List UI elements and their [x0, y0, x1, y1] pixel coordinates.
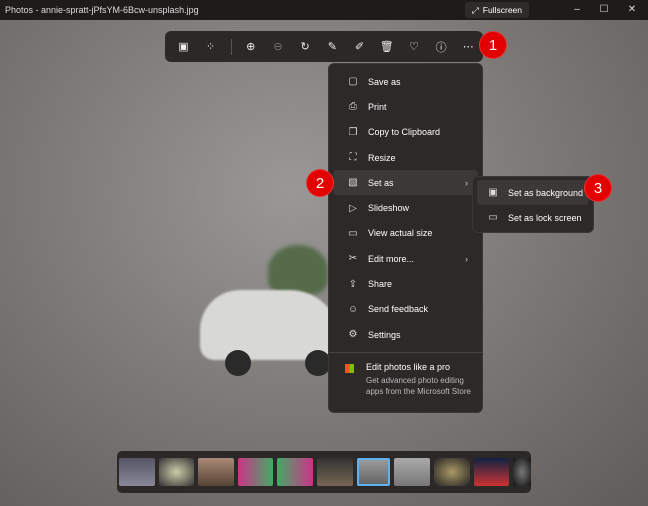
menu-item-edit-more[interactable]: ✂ Edit more... › — [333, 246, 478, 271]
menu-item-label: Edit more... — [368, 253, 415, 264]
promo-item[interactable]: Edit photos like a pro Get advanced photo… — [329, 358, 482, 397]
menu-item-label: Set as background — [508, 187, 584, 198]
promo-title: Edit photos like a pro — [366, 362, 451, 373]
menu-item-label: Copy to Clipboard — [368, 127, 441, 138]
chevron-right-icon: › — [465, 253, 468, 264]
fullscreen-button[interactable]: ⤢ Fullscreen — [465, 2, 529, 18]
resize-icon: ⛶ — [349, 152, 357, 164]
menu-item-feedback[interactable]: ☺ Send feedback — [333, 297, 478, 322]
print-icon: ⎙ — [349, 101, 357, 113]
expand-icon: ⤢ — [471, 4, 479, 15]
menu-item-share[interactable]: ⇪ Share — [333, 271, 478, 296]
menu-item-label: Set as lock screen — [508, 212, 582, 223]
fullscreen-label: Fullscreen — [482, 5, 523, 15]
thumbnail[interactable] — [433, 458, 470, 486]
favorite-heart-icon[interactable]: ♡ — [401, 34, 426, 60]
delete-icon[interactable]: 🗑 — [374, 34, 399, 60]
close-button[interactable]: ✕ — [620, 2, 644, 18]
slideshow-icon: ▷ — [349, 202, 357, 214]
info-icon[interactable]: ⓘ — [429, 34, 454, 60]
more-menu: ▢ Save as ⎙ Print ❐ Copy to Clipboard ⛶ Resi… — [328, 63, 483, 413]
feedback-icon: ☺ — [347, 303, 359, 315]
chevron-right-icon: › — [465, 177, 468, 188]
photo-icon[interactable]: ▣ — [171, 34, 196, 60]
menu-item-label: Save as — [368, 76, 401, 87]
menu-item-label: Share — [368, 279, 393, 290]
step-badge: 2 — [306, 169, 334, 197]
thumbnail[interactable] — [198, 458, 234, 486]
more-icon[interactable]: ⋯ — [456, 34, 481, 60]
thumbnail-selected[interactable] — [356, 458, 391, 486]
actual-size-icon: ▭ — [348, 227, 358, 239]
menu-item-actual-size[interactable]: ▭ View actual size — [333, 221, 478, 246]
menu-item-label: Send feedback — [368, 304, 429, 315]
collage-icon[interactable]: ⁘ — [198, 34, 223, 60]
save-icon: ▢ — [348, 76, 358, 88]
background-icon: ▣ — [488, 187, 498, 198]
thumbnail[interactable] — [237, 458, 274, 486]
edit-image-icon[interactable]: ✎ — [320, 34, 345, 60]
menu-item-set-background[interactable]: ▣ Set as background — [477, 180, 589, 205]
menu-item-label: View actual size — [368, 228, 433, 239]
thumbnail[interactable] — [119, 458, 155, 486]
menu-item-label: Print — [368, 101, 387, 112]
menu-item-label: Slideshow — [368, 203, 410, 214]
thumbnail[interactable] — [513, 458, 531, 486]
minimize-button[interactable]: – — [565, 2, 589, 18]
menu-item-label: Resize — [368, 152, 396, 163]
draw-icon[interactable]: ✐ — [347, 34, 372, 60]
set-as-submenu: ▣ Set as background ▭ Set as lock screen — [472, 176, 594, 233]
share-icon: ⇪ — [348, 278, 358, 290]
copy-icon: ❐ — [348, 126, 358, 138]
filmstrip — [117, 451, 531, 493]
title-bar: Photos - annie-spratt-jPfsYM-6Bcw-unspla… — [0, 0, 648, 20]
thumbnail[interactable] — [473, 458, 510, 486]
photo-wheel — [225, 350, 251, 376]
menu-item-print[interactable]: ⎙ Print — [333, 94, 478, 119]
menu-item-slideshow[interactable]: ▷ Slideshow — [333, 195, 478, 220]
window-title: Photos - annie-spratt-jPfsYM-6Bcw-unspla… — [5, 5, 199, 15]
lock-screen-icon: ▭ — [488, 212, 498, 223]
step-badge: 1 — [479, 31, 507, 59]
thumbnail[interactable] — [317, 458, 353, 486]
menu-item-label: Settings — [368, 329, 401, 340]
maximize-button[interactable]: ☐ — [592, 2, 616, 18]
menu-item-label: Set as — [368, 177, 394, 188]
set-as-icon: ▧ — [348, 177, 358, 189]
image-toolbar: ▣ ⁘ ⊕ ⊖ ↻ ✎ ✐ 🗑 ♡ ⓘ ⋯ — [165, 31, 483, 62]
zoom-out-icon[interactable]: ⊖ — [266, 34, 291, 60]
photo-tree — [268, 245, 328, 295]
menu-item-copy[interactable]: ❐ Copy to Clipboard — [333, 120, 478, 145]
menu-item-set-lock-screen[interactable]: ▭ Set as lock screen — [477, 205, 589, 230]
thumbnail[interactable] — [394, 458, 430, 486]
gear-icon: ⚙ — [348, 329, 358, 341]
zoom-in-icon[interactable]: ⊕ — [238, 34, 263, 60]
menu-item-resize[interactable]: ⛶ Resize — [333, 145, 478, 170]
microsoft-store-icon — [345, 364, 354, 374]
step-badge: 3 — [584, 174, 612, 202]
edit-more-icon: ✂ — [348, 253, 358, 265]
toolbar-divider — [231, 38, 233, 55]
menu-divider — [329, 352, 482, 354]
photo-canvas — [0, 20, 648, 506]
thumbnail[interactable] — [277, 458, 314, 486]
promo-subtitle: Get advanced photo editing apps from the… — [366, 376, 471, 397]
thumbnail[interactable] — [158, 458, 195, 486]
menu-item-settings[interactable]: ⚙ Settings — [333, 322, 478, 347]
menu-item-save-as[interactable]: ▢ Save as — [333, 69, 478, 94]
menu-item-set-as[interactable]: ▧ Set as › — [333, 170, 478, 196]
rotate-icon[interactable]: ↻ — [293, 34, 318, 60]
